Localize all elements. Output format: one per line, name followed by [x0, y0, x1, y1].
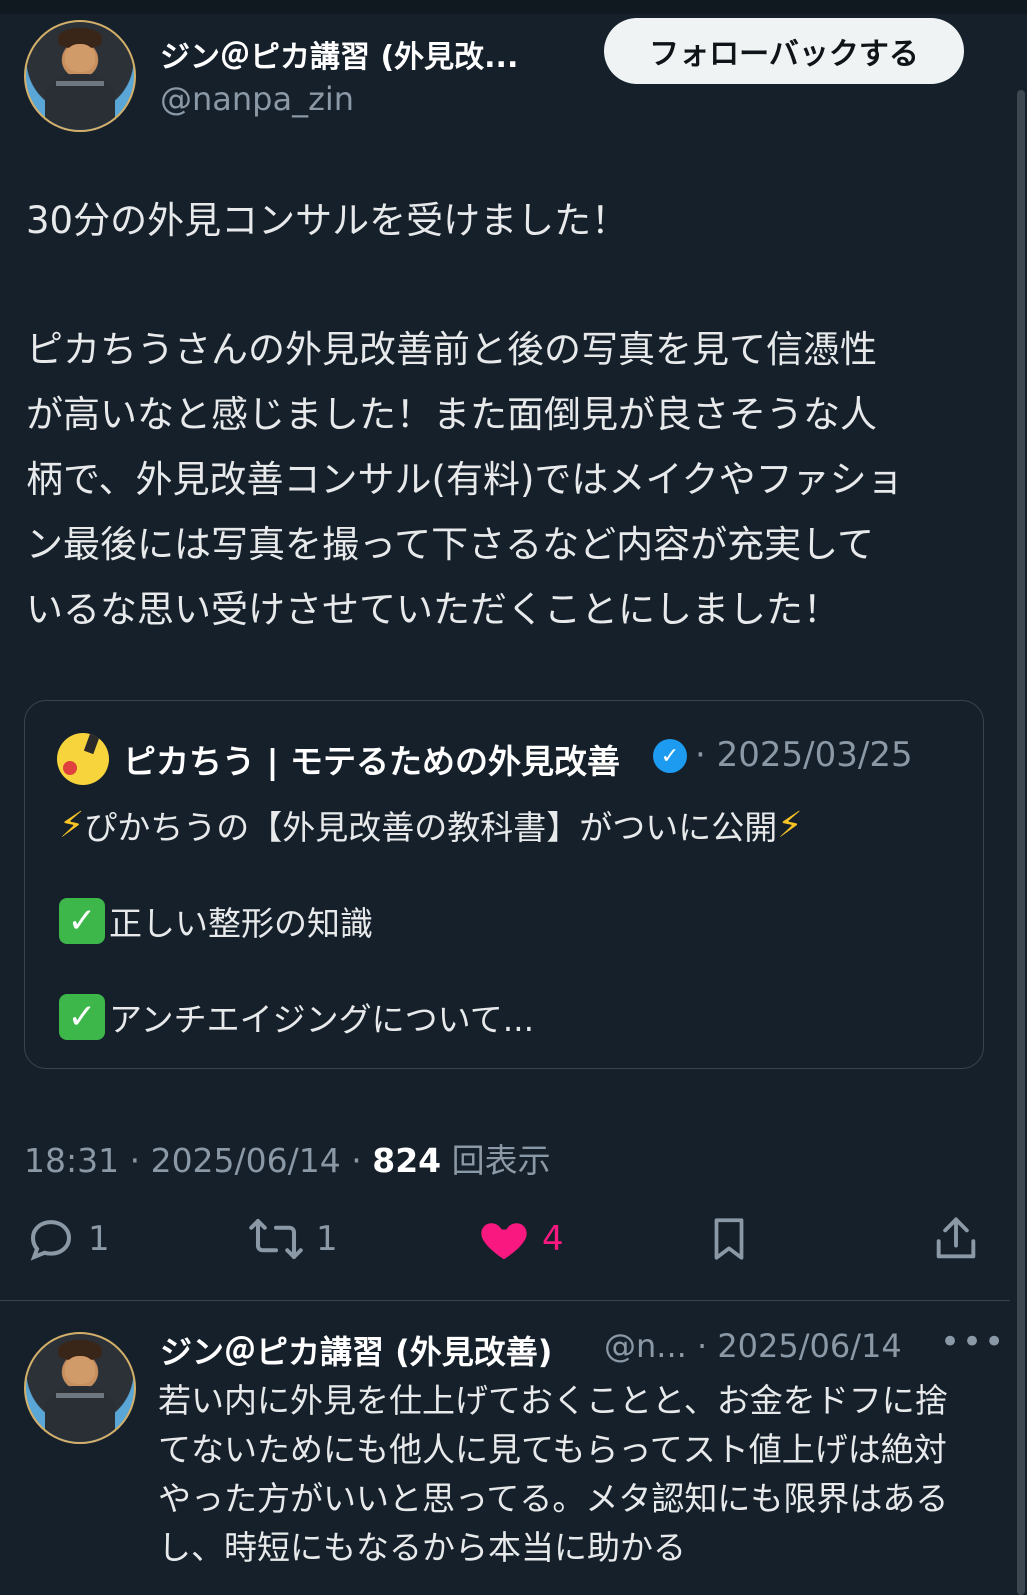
- author-avatar[interactable]: [24, 20, 136, 132]
- tweet-text-line: ン最後には写真を撮って下さるなど内容が充実して: [26, 523, 875, 566]
- quoted-item-row: ✓ 正しい整形の知識: [59, 897, 373, 945]
- retweet-count: 1: [316, 1219, 338, 1259]
- quoted-author-avatar: [57, 733, 109, 785]
- reply-button[interactable]: 1: [24, 1212, 110, 1266]
- scrollbar[interactable]: [1017, 90, 1025, 1595]
- view-count-label: 回表示: [441, 1141, 551, 1180]
- share-button[interactable]: [930, 1212, 982, 1266]
- reply-text: 若い内に外見を仕上げておくことと、お金をドフに捨てないためにも他人に見てもらって…: [158, 1381, 949, 1567]
- tweet-meta: 18:31 · 2025/06/14 · 824 回表示: [24, 1134, 551, 1182]
- reply-icon: [30, 1220, 72, 1261]
- reply-handle-date[interactable]: @n... · 2025/06/14: [604, 1327, 902, 1365]
- heart-icon: [481, 1223, 527, 1260]
- quoted-headline: ぴかちうの【外見改善の教科書】がついに公開: [84, 808, 778, 847]
- follow-back-button[interactable]: フォローバックする: [604, 18, 964, 84]
- like-count: 4: [542, 1219, 564, 1259]
- divider: [0, 1300, 1010, 1301]
- tweet-text-line: ピカちうさんの外見改善前と後の写真を見て信憑性: [26, 328, 877, 371]
- reply-author-avatar[interactable]: [24, 1332, 136, 1444]
- verified-badge-icon: ✓: [653, 739, 687, 773]
- tweet-timestamp: 18:31 · 2025/06/14 ·: [24, 1141, 373, 1180]
- reply-author-name[interactable]: ジン＠ピカ講習 (外見改善): [160, 1327, 552, 1373]
- author-display-name[interactable]: ジン＠ピカ講習 (外見改...: [160, 32, 518, 76]
- bookmark-icon: [714, 1218, 744, 1260]
- quoted-item-row: ✓ アンチエイジングについて...: [59, 993, 534, 1041]
- check-mark-icon: ✓: [59, 898, 105, 944]
- tweet-text-line: が高いなと感じました！また面倒見が良さそうな人: [26, 393, 877, 436]
- view-count: 824: [372, 1141, 442, 1180]
- quoted-item-text: アンチエイジングについて...: [109, 1000, 535, 1039]
- retweet-icon: [249, 1218, 303, 1260]
- quoted-item-text: 正しい整形の知識: [109, 904, 373, 943]
- tweet-text-line: いるな思い受けさせていただくことにしました！: [26, 588, 840, 631]
- reply-count: 1: [88, 1219, 110, 1259]
- like-button[interactable]: 4: [476, 1212, 564, 1266]
- tweet-text-line1: 30分の外見コンサルを受けました！: [26, 199, 629, 242]
- tweet-text-line: 柄で、外見改善コンサル(有料)ではメイクやファショ: [26, 458, 904, 501]
- check-mark-icon: ✓: [59, 994, 105, 1040]
- quoted-headline-row: ⚡ ぴかちうの【外見改善の教科書】がついに公開 ⚡: [59, 801, 803, 849]
- status-area: [0, 0, 1027, 14]
- more-options-icon[interactable]: •••: [940, 1322, 1006, 1362]
- bookmark-button[interactable]: [704, 1212, 754, 1266]
- retweet-button[interactable]: 1: [246, 1212, 338, 1266]
- quoted-tweet-card[interactable]: ピカちう | モテるための外見改善 ✓ · 2025/03/25 ⚡ ぴかちうの…: [24, 700, 984, 1069]
- quoted-date: · 2025/03/25: [695, 735, 913, 775]
- lightning-icon: ⚡: [777, 804, 803, 846]
- lightning-icon: ⚡: [59, 804, 85, 846]
- quoted-author-name: ピカちう | モテるための外見改善: [123, 742, 621, 781]
- author-handle[interactable]: @nanpa_zin: [160, 80, 354, 118]
- share-icon: [936, 1217, 976, 1259]
- tweet-actions: 1 1 4: [0, 1212, 1027, 1276]
